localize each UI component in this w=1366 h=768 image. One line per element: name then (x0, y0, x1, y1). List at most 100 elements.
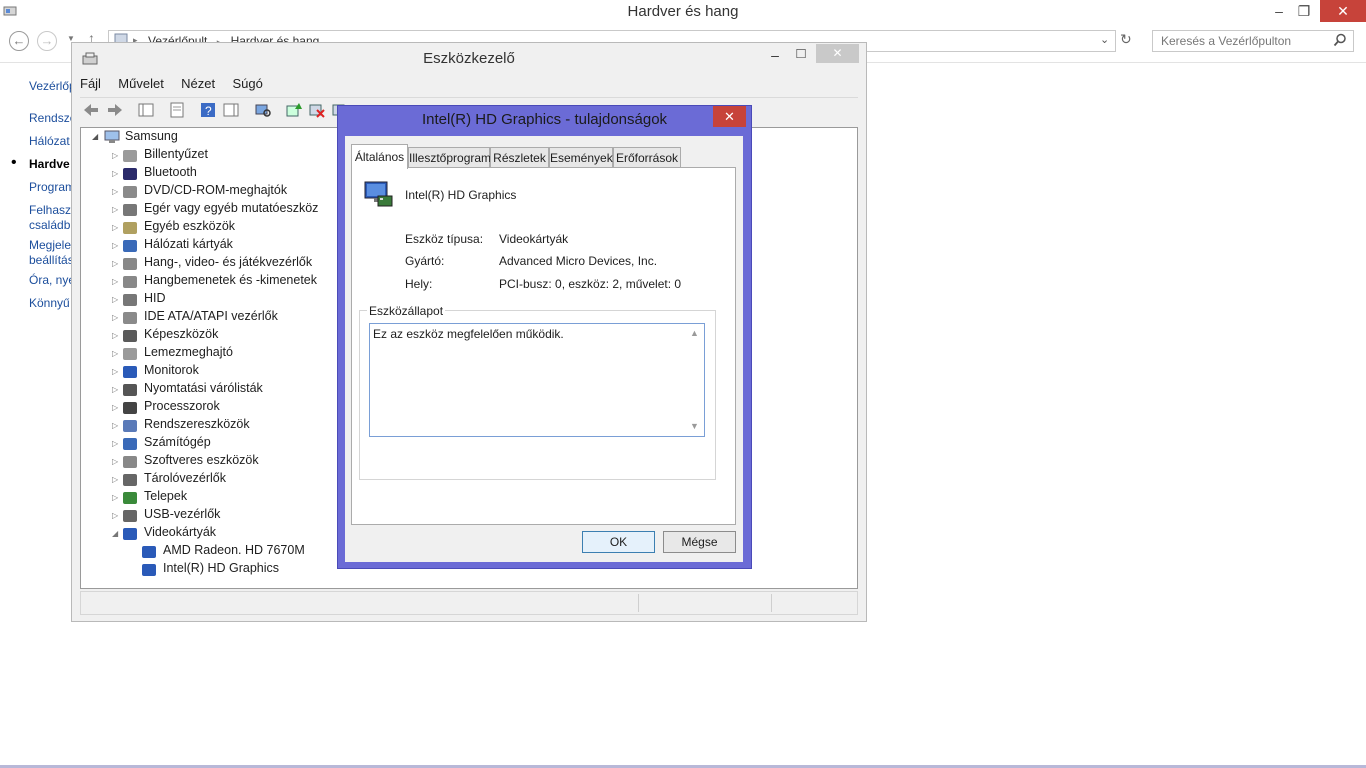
sidebar-link-clock-language[interactable]: Óra, nye (29, 273, 71, 287)
search-icon[interactable] (1333, 33, 1347, 47)
tree-item[interactable]: IDE ATA/ATAPI vezérlők (144, 309, 278, 327)
tree-expand-arrow[interactable]: ▷ (112, 475, 118, 484)
menu-bar: Fájl Művelet Nézet Súgó (80, 76, 277, 96)
tree-expand-arrow[interactable]: ▷ (112, 205, 118, 214)
back-button[interactable]: ← (9, 31, 29, 51)
tree-item[interactable]: Lemezmeghajtó (144, 345, 233, 363)
sidebar-link-hardware[interactable]: Hardve (29, 157, 71, 171)
tree-item[interactable]: Billentyűzet (144, 147, 208, 165)
tree-expand-arrow[interactable]: ▷ (112, 349, 118, 358)
cp-minimize-button[interactable]: – (1268, 0, 1290, 22)
tree-child-item[interactable]: AMD Radeon. HD 7670M (163, 543, 305, 561)
tree-item[interactable]: Videokártyák (144, 525, 216, 543)
toolbar-show-hide-console-tree-icon[interactable] (137, 101, 155, 122)
device-category-icon (123, 366, 137, 378)
device-status-textbox[interactable]: Ez az eszköz megfelelően működik. ▲ ▼ (369, 323, 705, 437)
tab-driver[interactable]: Illesztőprogram (408, 147, 491, 168)
tree-expand-arrow[interactable]: ▷ (112, 403, 118, 412)
tree-expand-arrow[interactable]: ▷ (112, 277, 118, 286)
tree-root-label[interactable]: Samsung (125, 129, 178, 147)
tree-item[interactable]: Szoftveres eszközök (144, 453, 259, 471)
tree-expand-arrow[interactable]: ▷ (112, 331, 118, 340)
dialog-close-button[interactable]: ✕ (713, 106, 746, 127)
sidebar-link-control-panel-home[interactable]: Vezérlőp (29, 79, 71, 93)
tree-item[interactable]: HID (144, 291, 166, 309)
tree-expand-arrow[interactable]: ▷ (112, 493, 118, 502)
tree-expand-arrow[interactable]: ◢ (112, 529, 118, 538)
tree-item[interactable]: DVD/CD-ROM-meghajtók (144, 183, 287, 201)
tree-item[interactable]: Hálózati kártyák (144, 237, 233, 255)
scroll-up-icon[interactable]: ▲ (690, 328, 699, 338)
device-status-label: Eszközállapot (367, 304, 446, 318)
sidebar-link-appearance[interactable]: Megjele (29, 238, 71, 252)
tree-expand-arrow[interactable]: ▷ (112, 223, 118, 232)
toolbar-update-driver-icon[interactable] (285, 101, 303, 122)
ok-button[interactable]: OK (582, 531, 655, 553)
scroll-down-icon[interactable]: ▼ (690, 421, 699, 431)
tree-expand-arrow[interactable]: ▷ (112, 367, 118, 376)
menu-view[interactable]: Nézet (181, 76, 215, 91)
toolbar-forward-icon[interactable] (106, 101, 124, 122)
toolbar-uninstall-icon[interactable] (308, 101, 326, 122)
cp-close-button[interactable]: ✕ (1320, 0, 1366, 22)
toolbar-action-pane-icon[interactable] (222, 101, 240, 122)
cp-restore-button[interactable]: ❐ (1292, 0, 1316, 22)
tree-item[interactable]: Hang-, video- és játékvezérlők (144, 255, 312, 273)
cancel-button[interactable]: Mégse (663, 531, 736, 553)
menu-action[interactable]: Művelet (118, 76, 164, 91)
tree-item[interactable]: Számítógép (144, 435, 211, 453)
tree-child-item[interactable]: Intel(R) HD Graphics (163, 561, 279, 579)
tree-item[interactable]: Egyéb eszközök (144, 219, 235, 237)
sidebar-link-ease-of-access[interactable]: Könnyű (29, 296, 71, 310)
tree-expand-arrow[interactable]: ▷ (112, 187, 118, 196)
tree-expand-arrow[interactable]: ▷ (112, 511, 118, 520)
tree-item[interactable]: Egér vagy egyéb mutatóeszköz (144, 201, 318, 219)
tab-resources[interactable]: Erőforrások (613, 147, 681, 168)
tree-item[interactable]: Bluetooth (144, 165, 197, 183)
tree-item[interactable]: Rendszereszközök (144, 417, 250, 435)
menu-file[interactable]: Fájl (80, 76, 101, 91)
sidebar-link-system[interactable]: Rendsze (29, 111, 71, 125)
tree-root-arrow[interactable]: ◢ (92, 132, 98, 141)
tree-item[interactable]: Hangbemenetek és -kimenetek (144, 273, 317, 291)
tab-general[interactable]: Általános (351, 144, 408, 169)
device-category-icon (123, 294, 137, 306)
tree-expand-arrow[interactable]: ▷ (112, 421, 118, 430)
tree-item[interactable]: Nyomtatási várólisták (144, 381, 263, 399)
tree-item[interactable]: Processzorok (144, 399, 220, 417)
tree-expand-arrow[interactable]: ▷ (112, 295, 118, 304)
tree-expand-arrow[interactable]: ▷ (112, 259, 118, 268)
tree-item[interactable]: Telepek (144, 489, 187, 507)
sidebar-link-network[interactable]: Hálózat (29, 134, 71, 148)
tree-item[interactable]: Képeszközök (144, 327, 218, 345)
tree-expand-arrow[interactable]: ▷ (112, 169, 118, 178)
tree-item[interactable]: USB-vezérlők (144, 507, 220, 525)
toolbar-back-icon[interactable] (82, 101, 100, 122)
refresh-icon[interactable]: ↻ (1120, 31, 1132, 48)
sidebar-link-user-accounts[interactable]: Felhaszn (29, 203, 71, 217)
toolbar-help-icon[interactable]: ? (199, 101, 217, 122)
tab-events[interactable]: Események (549, 147, 613, 168)
dm-minimize-button[interactable]: – (766, 47, 784, 63)
tree-expand-arrow[interactable]: ▷ (112, 151, 118, 160)
dialog-title: Intel(R) HD Graphics - tulajdonságok (421, 111, 668, 128)
sidebar-link-programs[interactable]: Program (29, 180, 71, 194)
tree-expand-arrow[interactable]: ▷ (112, 439, 118, 448)
tab-details[interactable]: Részletek (490, 147, 549, 168)
tree-expand-arrow[interactable]: ▷ (112, 313, 118, 322)
dm-close-button[interactable]: ✕ (816, 44, 859, 63)
tree-item[interactable]: Monitorok (144, 363, 199, 381)
menu-help[interactable]: Súgó (232, 76, 262, 91)
tree-item[interactable]: Tárolóvezérlők (144, 471, 226, 489)
address-dropdown-icon[interactable]: ⌄ (1100, 33, 1109, 46)
sidebar-link-appearance-2[interactable]: beállítás (29, 253, 71, 267)
toolbar-properties-icon[interactable] (168, 101, 186, 122)
device-category-icon (123, 240, 137, 252)
sidebar-link-user-accounts-2[interactable]: családbi (29, 218, 71, 232)
toolbar-scan-hardware-icon[interactable] (254, 101, 272, 122)
dm-maximize-button[interactable]: □ (792, 45, 810, 62)
forward-button[interactable]: → (37, 31, 57, 51)
tree-expand-arrow[interactable]: ▷ (112, 385, 118, 394)
tree-expand-arrow[interactable]: ▷ (112, 457, 118, 466)
tree-expand-arrow[interactable]: ▷ (112, 241, 118, 250)
